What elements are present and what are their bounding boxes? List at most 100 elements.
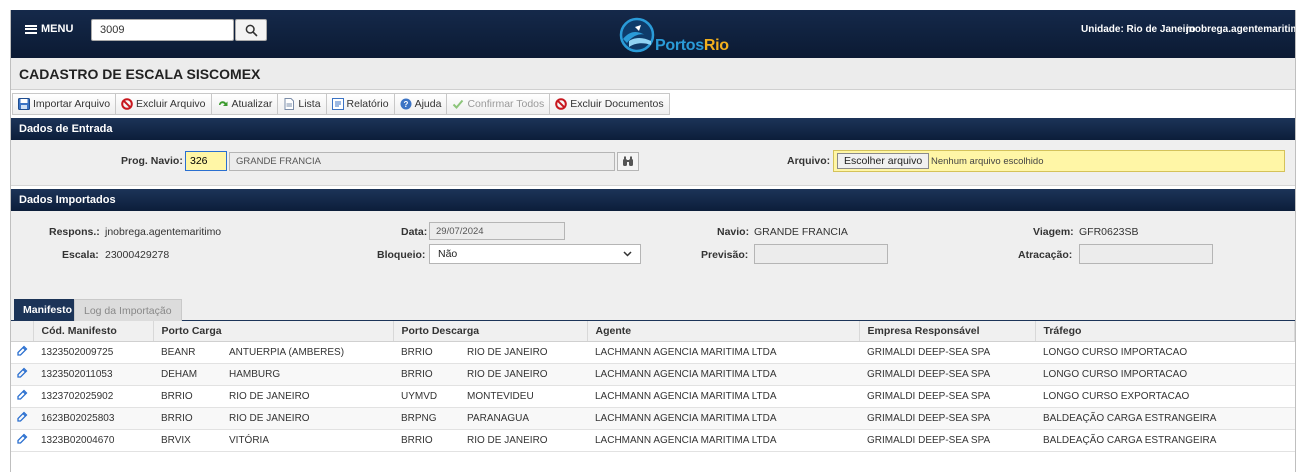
report-icon — [331, 98, 344, 110]
porto-descarga-code-cell: BRRIO — [393, 363, 459, 386]
edit-icon — [16, 389, 27, 400]
edit-row-button[interactable] — [11, 363, 33, 386]
user-name[interactable]: jnobrega.agentemaritimo — [1186, 24, 1295, 35]
list-button[interactable]: Lista — [277, 93, 326, 115]
search-button[interactable] — [235, 19, 267, 41]
bloqueio-value: Não — [438, 248, 458, 260]
search-input[interactable] — [91, 19, 234, 41]
edit-row-button[interactable] — [11, 407, 33, 430]
import-file-button[interactable]: Importar Arquivo — [12, 93, 116, 115]
previsao-label: Previsão: — [701, 249, 749, 261]
empresa-responsavel-cell: GRIMALDI DEEP-SEA SPA — [859, 363, 1035, 386]
porto-carga-name-cell: RIO DE JANEIRO — [221, 407, 393, 430]
agente-cell: LACHMANN AGENCIA MARITIMA LTDA — [587, 429, 859, 452]
data-label: Data: — [401, 226, 428, 238]
import-file-label: Importar Arquivo — [33, 98, 111, 110]
edit-icon — [16, 367, 27, 378]
porto-carga-name-cell: ANTUERPIA (AMBERES) — [221, 341, 393, 364]
atracacao-label: Atracação: — [1018, 249, 1073, 261]
choose-file-button[interactable]: Escolher arquivo — [837, 153, 930, 169]
edit-row-button[interactable] — [11, 385, 33, 408]
page-title-bar: CADASTRO DE ESCALA SISCOMEX — [11, 58, 1295, 90]
binoculars-icon — [623, 156, 633, 166]
bloqueio-select[interactable]: Não — [429, 244, 641, 264]
table-row[interactable]: 1323502009725 BEANR ANTUERPIA (AMBERES) BRR… — [11, 341, 1295, 364]
file-picker: Escolher arquivo Nenhum arquivo escolhid… — [833, 150, 1285, 172]
atracacao-field — [1079, 244, 1213, 264]
delete-documents-label: Excluir Documentos — [570, 98, 664, 110]
table-row[interactable]: 1323502011053 DEHAM HAMBURG BRRIO RIO DE JAN… — [11, 363, 1295, 386]
report-button[interactable]: Relatório — [325, 93, 394, 115]
table-row[interactable]: 1323B02004670 BRVIX VITÓRIA BRRIO RIO DE JAN… — [11, 429, 1295, 452]
previsao-field — [754, 244, 888, 264]
refresh-button[interactable]: Atualizar — [210, 93, 278, 115]
agente-cell: LACHMANN AGENCIA MARITIMA LTDA — [587, 341, 859, 364]
edit-icon — [16, 411, 27, 422]
page-title: CADASTRO DE ESCALA SISCOMEX — [19, 65, 261, 82]
file-status: Nenhum arquivo escolhido — [931, 156, 1044, 167]
porto-descarga-name-cell: MONTEVIDEU — [459, 385, 587, 408]
menu-button[interactable]: MENU — [25, 23, 73, 35]
imported-section-header: Dados Importados — [11, 189, 1295, 211]
hamburger-icon — [25, 24, 37, 34]
delete-documents-button[interactable]: Excluir Documentos — [549, 93, 670, 115]
porto-carga-name-cell: RIO DE JANEIRO — [221, 385, 393, 408]
edit-row-button[interactable] — [11, 429, 33, 452]
app-window: MENU PortosRio Unidade: Rio de Janeiro j… — [10, 10, 1296, 472]
data-field: 29/07/2024 — [429, 222, 565, 240]
ship-name-field: GRANDE FRANCIA — [229, 152, 615, 171]
trafego-cell: LONGO CURSO EXPORTACAO — [1035, 385, 1295, 408]
respons-value: jnobrega.agentemaritimo — [105, 226, 222, 238]
logo-text: PortosRio — [655, 37, 729, 54]
porto-descarga-code-cell: BRRIO — [393, 341, 459, 364]
refresh-label: Atualizar — [231, 98, 273, 110]
tab-log-importacao[interactable]: Log da Importação — [74, 299, 182, 321]
tab-manifesto[interactable]: Manifesto — [14, 299, 82, 321]
porto-descarga-name-cell: RIO DE JANEIRO — [459, 341, 587, 364]
porto-carga-name-cell: HAMBURG — [221, 363, 393, 386]
empresa-responsavel-cell: GRIMALDI DEEP-SEA SPA — [859, 407, 1035, 430]
column-header[interactable]: Porto Carga — [153, 321, 394, 342]
top-bar: MENU PortosRio Unidade: Rio de Janeiro j… — [11, 10, 1295, 58]
tabs-bar: Manifesto Log da Importação — [11, 293, 1295, 321]
entry-section: Prog. Navio: GRANDE FRANCIA Arquivo: Esc… — [11, 140, 1295, 186]
column-header[interactable]: Agente — [587, 321, 860, 342]
navio-value: GRANDE FRANCIA — [754, 226, 848, 238]
table-row[interactable]: 1623B02025803 BRRIO RIO DE JANEIRO BRPNG PAR… — [11, 407, 1295, 430]
confirm-all-button[interactable]: Confirmar Todos — [446, 93, 550, 115]
table-header-row: Cód. Manifesto Porto Carga Porto Descarg… — [11, 321, 1295, 342]
porto-descarga-code-cell: UYMVD — [393, 385, 459, 408]
edit-row-button[interactable] — [11, 341, 33, 364]
entry-section-header: Dados de Entrada — [11, 118, 1295, 140]
ship-lookup-button[interactable] — [617, 152, 639, 171]
respons-label: Respons.: — [49, 226, 100, 238]
escala-label: Escala: — [62, 249, 99, 261]
porto-carga-code-cell: BRRIO — [153, 385, 221, 408]
trafego-cell: LONGO CURSO IMPORTACAO — [1035, 341, 1295, 364]
delete-file-label: Excluir Arquivo — [136, 98, 206, 110]
help-button[interactable]: ? Ajuda — [393, 93, 447, 115]
porto-descarga-name-cell: RIO DE JANEIRO — [459, 429, 587, 452]
trafego-cell: LONGO CURSO IMPORTACAO — [1035, 363, 1295, 386]
porto-carga-code-cell: BEANR — [153, 341, 221, 364]
escala-value: 23000429278 — [105, 249, 170, 261]
report-label: Relatório — [346, 98, 389, 110]
navio-label: Navio: — [717, 226, 750, 238]
porto-descarga-name-cell: PARANAGUA — [459, 407, 587, 430]
column-header[interactable]: Porto Descarga — [393, 321, 588, 342]
edit-icon — [16, 345, 27, 356]
prog-navio-input[interactable] — [185, 151, 227, 171]
table-row[interactable]: 1323702025902 BRRIO RIO DE JANEIRO UYMVD MON… — [11, 385, 1295, 408]
column-header[interactable]: Empresa Responsável — [859, 321, 1036, 342]
document-icon — [284, 98, 295, 110]
delete-file-button[interactable]: Excluir Arquivo — [115, 93, 211, 115]
column-header[interactable]: Cód. Manifesto — [33, 321, 154, 342]
empresa-responsavel-cell: GRIMALDI DEEP-SEA SPA — [859, 341, 1035, 364]
viagem-value: GFR0623SB — [1079, 226, 1139, 238]
trafego-cell: BALDEAÇÃO CARGA ESTRANGEIRA — [1035, 429, 1295, 452]
bloqueio-label: Bloqueio: — [377, 249, 426, 261]
edit-icon — [16, 433, 27, 444]
porto-carga-code-cell: BRVIX — [153, 429, 221, 452]
refresh-arrow-icon — [218, 101, 227, 106]
column-header[interactable]: Tráfego — [1035, 321, 1295, 342]
